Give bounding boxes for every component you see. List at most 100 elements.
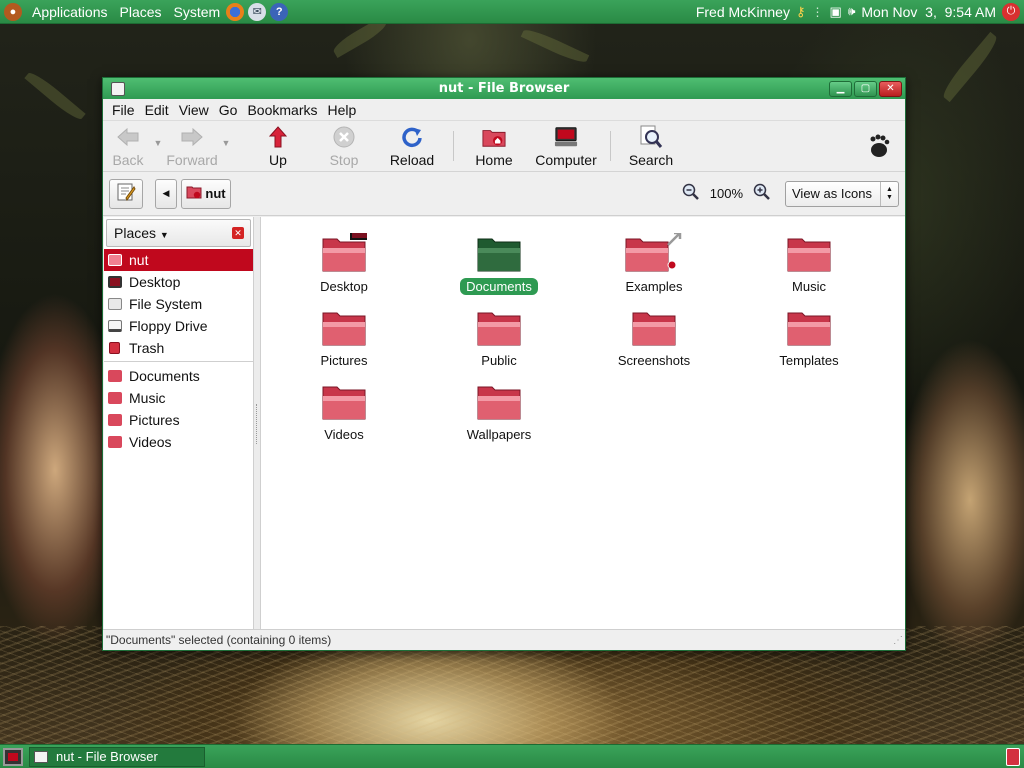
sidebar-item-trash[interactable]: Trash xyxy=(104,337,253,359)
network-icon[interactable]: ⚷ xyxy=(796,4,806,20)
view-mode-select[interactable]: View as Icons ▲ ▼ xyxy=(785,180,899,207)
up-arrow-icon xyxy=(266,125,290,149)
folder-icon xyxy=(322,386,366,420)
file-item-examples[interactable]: Examples xyxy=(584,233,724,295)
close-sidebar-button[interactable]: ✕ xyxy=(232,227,244,239)
maximize-button[interactable]: ▢ xyxy=(854,80,877,97)
zoom-level[interactable]: 100% xyxy=(710,186,743,201)
applications-menu[interactable]: Applications xyxy=(26,0,114,24)
user-name[interactable]: Fred McKinney xyxy=(696,4,790,20)
sidebar-item-nut[interactable]: nut xyxy=(104,249,253,271)
file-item-music[interactable]: Music xyxy=(739,233,879,295)
clock[interactable]: Mon Nov 3, 9:54 AM xyxy=(861,4,996,20)
file-item-desktop[interactable]: Desktop xyxy=(274,233,414,295)
sidebar-item-documents[interactable]: Documents xyxy=(104,365,253,387)
distro-logo-icon[interactable]: ● xyxy=(4,2,22,21)
sidebar-item-label: Floppy Drive xyxy=(129,318,208,334)
computer-button[interactable]: Computer xyxy=(530,121,602,171)
zoom-controls: 100% View as Icons ▲ ▼ xyxy=(672,180,899,207)
path-button-nut[interactable]: nut xyxy=(181,178,231,209)
forward-button[interactable]: Forward xyxy=(166,121,218,171)
path-scroll-left-button[interactable]: ◀ xyxy=(155,178,177,209)
home-label: Home xyxy=(475,152,513,168)
window-titlebar[interactable]: nut - File Browser ▁ ▢ ✕ xyxy=(103,78,905,99)
system-menu[interactable]: System xyxy=(168,0,227,24)
file-item-public[interactable]: Public xyxy=(429,307,569,369)
wallpaper-leaf xyxy=(938,31,1002,103)
sidebar-type-dropdown[interactable]: Places ▼ xyxy=(114,225,169,241)
file-item-videos[interactable]: Videos xyxy=(274,381,414,443)
file-label: Documents xyxy=(460,278,538,295)
taskbar-item-file-browser[interactable]: nut - File Browser xyxy=(29,746,205,767)
sidebar-resize-handle[interactable] xyxy=(254,217,261,630)
edit-location-icon xyxy=(116,182,136,206)
file-item-wallpapers[interactable]: Wallpapers xyxy=(429,381,569,443)
menu-edit[interactable]: Edit xyxy=(140,102,174,118)
panel-separator-icon: ⋮ xyxy=(811,4,824,19)
trash-applet-icon[interactable] xyxy=(1006,747,1020,766)
close-window-button[interactable]: ✕ xyxy=(879,80,902,97)
sidebar-item-music[interactable]: Music xyxy=(104,387,253,409)
file-item-pictures[interactable]: Pictures xyxy=(274,307,414,369)
dropdown-arrow-icon: ▼ xyxy=(159,230,169,240)
sidebar-item-desktop[interactable]: Desktop xyxy=(104,271,253,293)
toolbar: Back ▼ Forward ▼ Up Stop Reload Home Com… xyxy=(103,121,905,172)
stop-button[interactable]: Stop xyxy=(313,121,375,171)
back-label: Back xyxy=(112,152,144,168)
file-label: Wallpapers xyxy=(466,427,532,442)
sidebar-item-floppy-drive[interactable]: Floppy Drive xyxy=(104,315,253,337)
firefox-icon[interactable] xyxy=(226,2,245,21)
file-item-documents[interactable]: Documents xyxy=(429,233,569,295)
search-button[interactable]: Search xyxy=(619,121,683,171)
desktop-folder-icon xyxy=(322,233,367,272)
reload-label: Reload xyxy=(389,152,435,168)
minimize-button[interactable]: ▁ xyxy=(829,80,852,97)
sidebar-separator xyxy=(104,361,253,362)
reload-button[interactable]: Reload xyxy=(379,121,445,171)
up-button[interactable]: Up xyxy=(247,121,309,171)
toggle-location-entry-button[interactable] xyxy=(109,178,143,209)
sidebar-item-pictures[interactable]: Pictures xyxy=(104,409,253,431)
sidebar-item-file-system[interactable]: File System xyxy=(104,293,253,315)
file-label: Public xyxy=(481,353,517,368)
places-menu[interactable]: Places xyxy=(114,0,168,24)
file-label: Examples xyxy=(625,279,683,294)
menu-help[interactable]: Help xyxy=(323,102,362,118)
back-button[interactable]: Back xyxy=(107,121,149,171)
resize-grip-icon[interactable]: ⋰ xyxy=(893,635,903,646)
top-panel: ● Applications Places System ✉ ? Fred Mc… xyxy=(0,0,1024,24)
shutdown-icon[interactable]: ⏻ xyxy=(1002,2,1020,21)
file-label: Pictures xyxy=(320,353,368,368)
sidebar-header: Places ▼ ✕ xyxy=(106,219,251,247)
zoom-in-icon[interactable] xyxy=(753,183,771,204)
file-label: Desktop xyxy=(320,279,368,294)
wallpaper-leaf xyxy=(520,25,590,67)
zoom-out-icon[interactable] xyxy=(682,183,700,204)
file-item-templates[interactable]: Templates xyxy=(739,307,879,369)
up-label: Up xyxy=(269,152,287,168)
folder-icon xyxy=(787,312,831,346)
menu-go[interactable]: Go xyxy=(214,102,243,118)
back-history-icon[interactable]: ▼ xyxy=(149,121,167,148)
file-item-screenshots[interactable]: Screenshots xyxy=(584,307,724,369)
volume-icon[interactable]: 🕪 xyxy=(848,4,856,19)
sidebar-item-label: nut xyxy=(129,252,149,268)
search-label: Search xyxy=(628,152,674,168)
display-icon[interactable]: ▣ xyxy=(830,4,842,20)
home-folder-icon xyxy=(482,125,506,149)
forward-history-icon[interactable]: ▼ xyxy=(217,121,235,148)
help-icon[interactable]: ? xyxy=(270,2,289,21)
menu-file[interactable]: File xyxy=(107,102,140,118)
back-arrow-icon xyxy=(116,125,140,149)
menu-bookmarks[interactable]: Bookmarks xyxy=(242,102,322,118)
sidebar-item-label: Pictures xyxy=(129,412,180,428)
folder-icon xyxy=(108,370,122,382)
icon-view[interactable]: Desktop Documents Examples Music Picture… xyxy=(261,217,905,630)
mail-icon[interactable]: ✉ xyxy=(248,2,267,21)
path-label: nut xyxy=(205,186,226,201)
menu-view[interactable]: View xyxy=(174,102,214,118)
sidebar-item-videos[interactable]: Videos xyxy=(104,431,253,453)
home-button[interactable]: Home xyxy=(462,121,526,171)
window-menu-icon[interactable] xyxy=(111,81,125,96)
show-desktop-icon[interactable] xyxy=(3,747,23,766)
